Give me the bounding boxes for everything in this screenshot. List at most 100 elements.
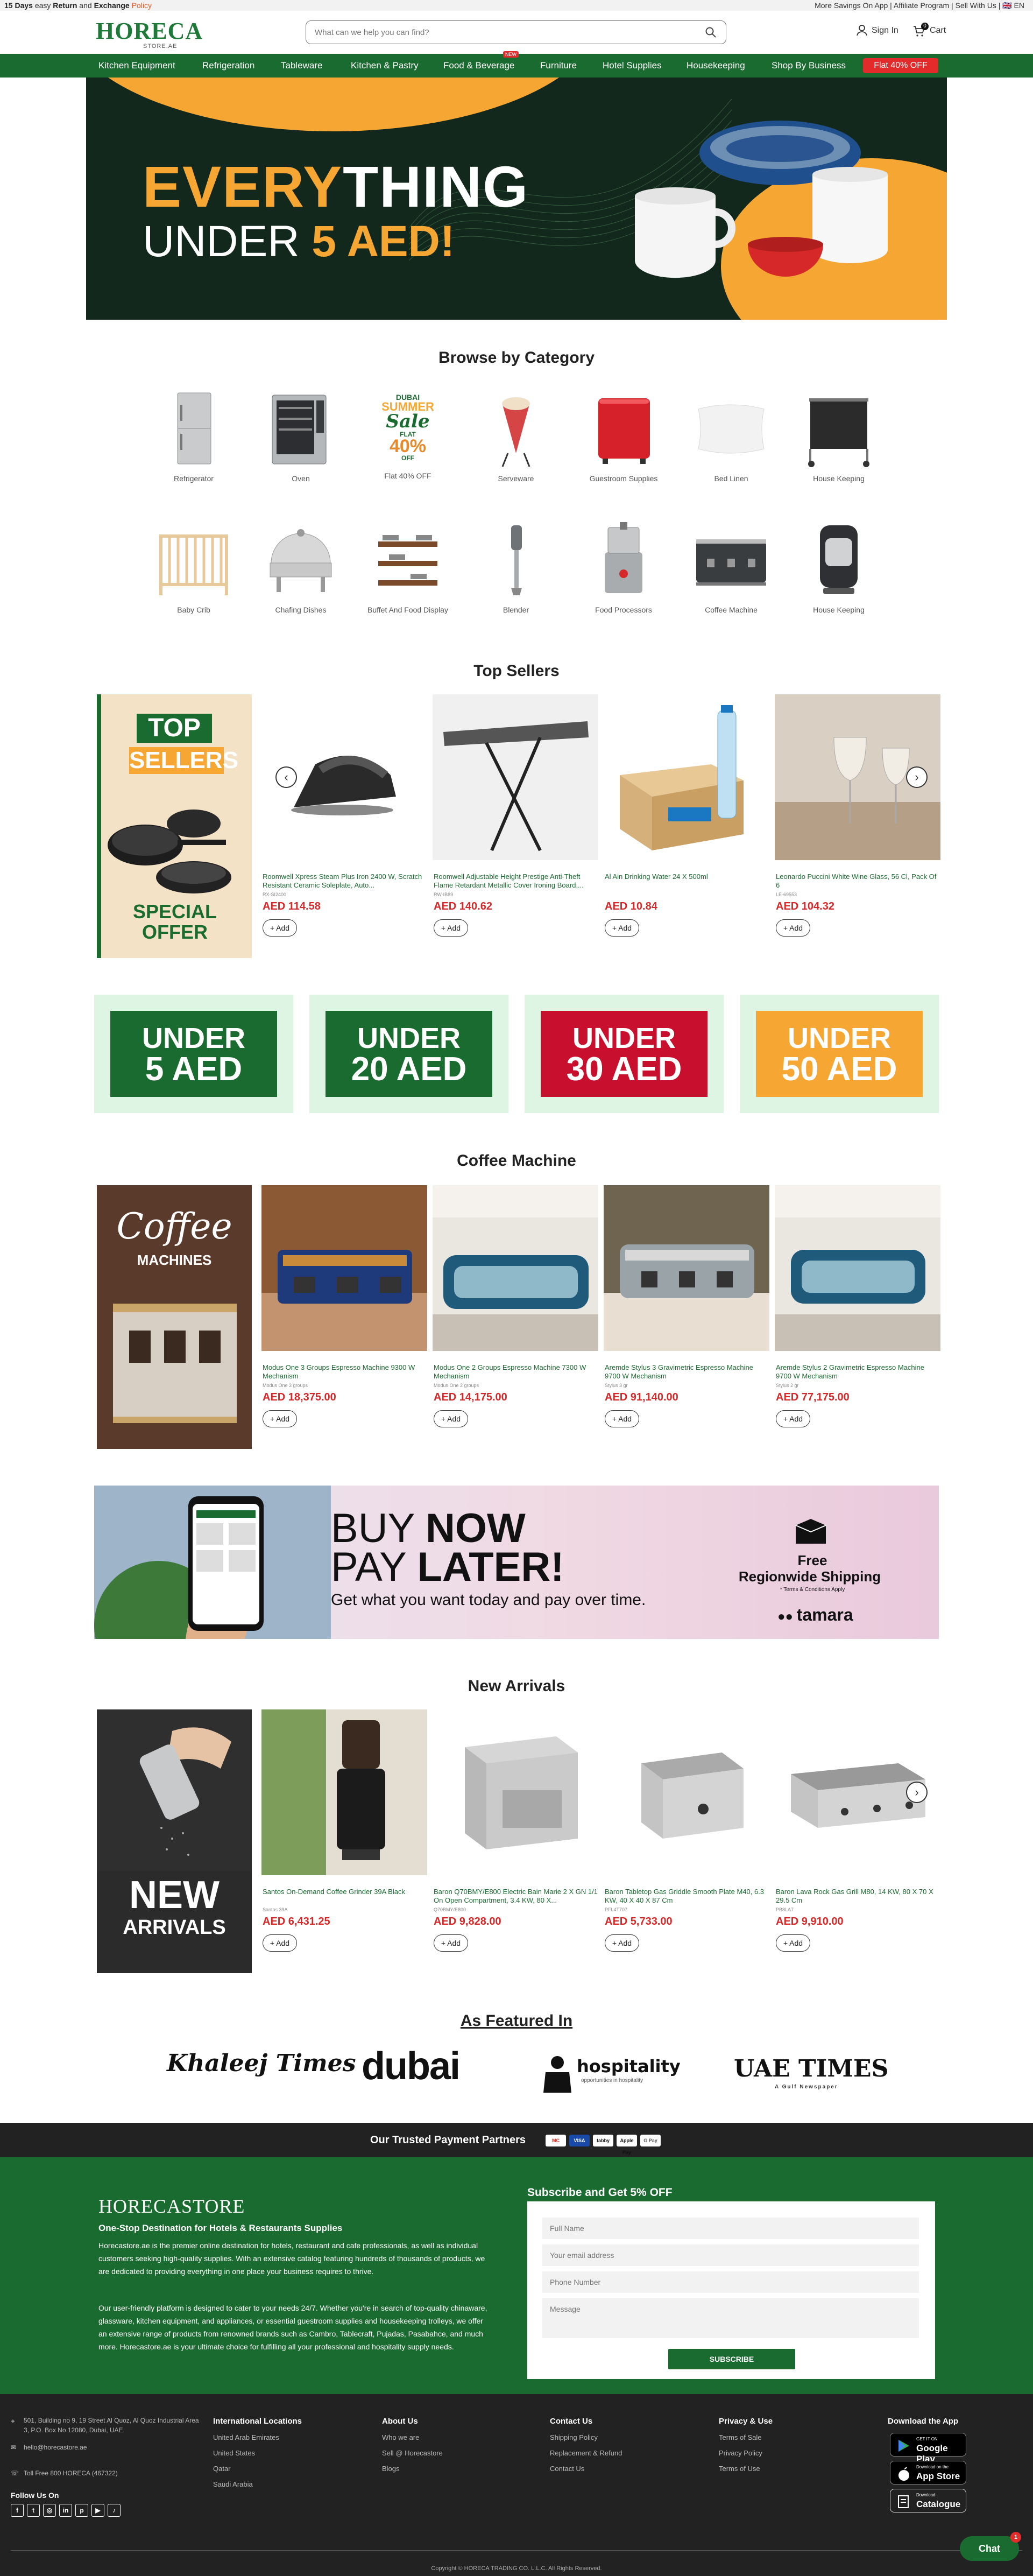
signin-link[interactable]: Sign In xyxy=(872,26,898,36)
product-name[interactable]: Modus One 3 Groups Espresso Machine 9300… xyxy=(261,1363,427,1381)
category-chafing-dishes[interactable]: Chafing Dishes xyxy=(260,520,341,614)
coffee-machines-promo[interactable]: Coffee MACHINES xyxy=(97,1185,252,1449)
under-20-aed-banner[interactable]: UNDER 20 AED xyxy=(309,995,508,1113)
under-30-aed-banner[interactable]: UNDER 30 AED xyxy=(525,995,724,1113)
product-name[interactable]: Baron Q70BMY/E800 Electric Bain Marie 2 … xyxy=(433,1888,598,1905)
search-icon[interactable] xyxy=(704,26,717,39)
product-card[interactable]: Roomwell Xpress Steam Plus Iron 2400 W, … xyxy=(261,694,427,937)
nav-food-beverage[interactable]: Food & Beverage xyxy=(443,60,514,71)
top-links[interactable]: More Savings On App | Affiliate Program … xyxy=(815,1,1024,10)
linkedin-icon[interactable]: in xyxy=(59,2504,72,2517)
nav-housekeeping[interactable]: Housekeeping xyxy=(687,60,745,71)
product-card[interactable]: Modus One 2 Groups Espresso Machine 7300… xyxy=(433,1185,598,1427)
add-to-cart-button[interactable]: + Add xyxy=(263,919,297,937)
under-5-aed-banner[interactable]: UNDER 5 AED xyxy=(94,995,293,1113)
nav-refrigeration[interactable]: Refrigeration xyxy=(202,60,254,71)
user-icon[interactable] xyxy=(855,24,868,37)
category-food-processors[interactable]: Food Processors xyxy=(583,520,664,614)
add-to-cart-button[interactable]: + Add xyxy=(434,1934,468,1952)
add-to-cart-button[interactable]: + Add xyxy=(776,1410,810,1427)
buy-now-pay-later-banner[interactable]: BUY NOW PAY LATER! Get what you want tod… xyxy=(94,1486,939,1639)
category-serveware[interactable]: Serveware xyxy=(476,389,556,483)
message-field[interactable] xyxy=(542,2298,919,2338)
add-to-cart-button[interactable]: + Add xyxy=(434,919,468,937)
new-arrivals-promo[interactable]: NEW ARRIVALS xyxy=(97,1709,252,1973)
product-card[interactable]: Modus One 3 Groups Espresso Machine 9300… xyxy=(261,1185,427,1427)
email-field[interactable] xyxy=(542,2244,919,2266)
product-name[interactable]: Roomwell Xpress Steam Plus Iron 2400 W, … xyxy=(261,872,427,890)
footer-link[interactable]: United Arab Emirates xyxy=(213,2433,302,2441)
carousel-next-arrow[interactable]: › xyxy=(906,766,928,788)
nav-flat-40-off[interactable]: Flat 40% OFF xyxy=(863,58,938,73)
footer-phone[interactable]: Toll Free 800 HORECA (467322) xyxy=(24,2468,217,2478)
footer-link[interactable]: United States xyxy=(213,2449,302,2457)
nav-kitchen-pastry[interactable]: Kitchen & Pastry xyxy=(351,60,419,71)
product-name[interactable]: Roomwell Adjustable Height Prestige Anti… xyxy=(433,872,598,890)
category-bed-linen[interactable]: Bed Linen xyxy=(691,389,772,483)
product-card[interactable]: Al Ain Drinking Water 24 X 500ml - AED 1… xyxy=(604,694,769,937)
category-oven[interactable]: Oven xyxy=(260,389,341,483)
product-card[interactable]: Baron Lava Rock Gas Grill M80, 14 KW, 80… xyxy=(775,1709,940,1952)
category-coffee-machine[interactable]: Coffee Machine xyxy=(691,520,772,614)
app-store-button[interactable]: Download on the App Store xyxy=(890,2461,966,2484)
footer-logo[interactable]: HORECASTORE xyxy=(98,2195,245,2218)
product-card[interactable]: Santos On-Demand Coffee Grinder 39A Blac… xyxy=(261,1709,427,1952)
add-to-cart-button[interactable]: + Add xyxy=(605,919,639,937)
footer-link[interactable]: Terms of Sale xyxy=(719,2433,773,2441)
nav-kitchen-equipment[interactable]: Kitchen Equipment xyxy=(98,60,175,71)
chat-button[interactable]: Chat 1 xyxy=(960,2532,1021,2561)
nav-furniture[interactable]: Furniture xyxy=(540,60,577,71)
footer-link[interactable]: Qatar xyxy=(213,2465,302,2473)
product-name[interactable]: Aremde Stylus 3 Gravimetric Espresso Mac… xyxy=(604,1363,769,1381)
product-name[interactable]: Leonardo Puccini White Wine Glass, 56 Cl… xyxy=(775,872,940,890)
nav-shop-by-business[interactable]: Shop By Business xyxy=(772,60,846,71)
footer-link[interactable]: Blogs xyxy=(382,2465,443,2473)
full-name-field[interactable] xyxy=(542,2218,919,2239)
subscribe-button[interactable]: SUBSCRIBE xyxy=(668,2349,795,2369)
category-buffet-food-display[interactable]: Buffet And Food Display xyxy=(367,520,448,614)
pinterest-icon[interactable]: p xyxy=(75,2504,88,2517)
category-baby-crib[interactable]: Baby Crib xyxy=(153,520,234,614)
product-card[interactable]: Roomwell Adjustable Height Prestige Anti… xyxy=(433,694,598,937)
search-input[interactable] xyxy=(315,26,691,38)
footer-link[interactable]: Replacement & Refund xyxy=(550,2449,622,2457)
cart-link[interactable]: Cart xyxy=(930,26,946,36)
google-play-button[interactable]: GET IT ON Google Play xyxy=(890,2433,966,2464)
add-to-cart-button[interactable]: + Add xyxy=(434,1410,468,1427)
category-house-keeping[interactable]: House Keeping xyxy=(798,389,879,483)
category-refrigerator[interactable]: Refrigerator xyxy=(153,389,234,483)
product-card[interactable]: Aremde Stylus 2 Gravimetric Espresso Mac… xyxy=(775,1185,940,1427)
top-sellers-promo[interactable]: TOP SELLERS SPECIAL OFFER xyxy=(97,694,252,958)
footer-email[interactable]: hello@horecastore.ae xyxy=(24,2443,217,2452)
new-arrivals-next-arrow[interactable]: › xyxy=(906,1782,928,1803)
product-name[interactable]: Aremde Stylus 2 Gravimetric Espresso Mac… xyxy=(775,1363,940,1381)
footer-link[interactable]: Contact Us xyxy=(550,2465,622,2473)
nav-hotel-supplies[interactable]: Hotel Supplies xyxy=(603,60,662,71)
add-to-cart-button[interactable]: + Add xyxy=(263,1934,297,1952)
tiktok-icon[interactable]: ♪ xyxy=(108,2504,121,2517)
footer-link[interactable]: Shipping Policy xyxy=(550,2433,622,2441)
category-blender[interactable]: Blender xyxy=(476,520,556,614)
carousel-prev-arrow[interactable]: ‹ xyxy=(275,766,297,788)
phone-field[interactable] xyxy=(542,2271,919,2293)
twitter-icon[interactable]: t xyxy=(27,2504,40,2517)
instagram-icon[interactable]: ◎ xyxy=(43,2504,56,2517)
under-50-aed-banner[interactable]: UNDER 50 AED xyxy=(740,995,939,1113)
add-to-cart-button[interactable]: + Add xyxy=(605,1934,639,1952)
footer-link[interactable]: Who we are xyxy=(382,2433,443,2441)
product-name[interactable]: Baron Tabletop Gas Griddle Smooth Plate … xyxy=(604,1888,769,1905)
site-logo[interactable]: HORECA STORE.AE xyxy=(96,19,202,53)
footer-link[interactable]: Sell @ Horecastore xyxy=(382,2449,443,2457)
add-to-cart-button[interactable]: + Add xyxy=(776,1934,810,1952)
product-card[interactable]: Leonardo Puccini White Wine Glass, 56 Cl… xyxy=(775,694,940,937)
add-to-cart-button[interactable]: + Add xyxy=(263,1410,297,1427)
category-house-keeping-2[interactable]: House Keeping xyxy=(798,520,879,614)
download-catalogue-button[interactable]: Download Catalogue xyxy=(890,2489,966,2512)
add-to-cart-button[interactable]: + Add xyxy=(605,1410,639,1427)
add-to-cart-button[interactable]: + Add xyxy=(776,919,810,937)
category-flat-40-off[interactable]: DUBAI SUMMER Sale FLAT 40% OFF Flat 40% … xyxy=(367,389,448,480)
hero-banner[interactable]: EVERYTHING UNDER 5 AED! xyxy=(86,78,947,320)
footer-link[interactable]: Privacy Policy xyxy=(719,2449,773,2457)
product-card[interactable]: Aremde Stylus 3 Gravimetric Espresso Mac… xyxy=(604,1185,769,1427)
product-name[interactable]: Santos On-Demand Coffee Grinder 39A Blac… xyxy=(261,1888,427,1905)
